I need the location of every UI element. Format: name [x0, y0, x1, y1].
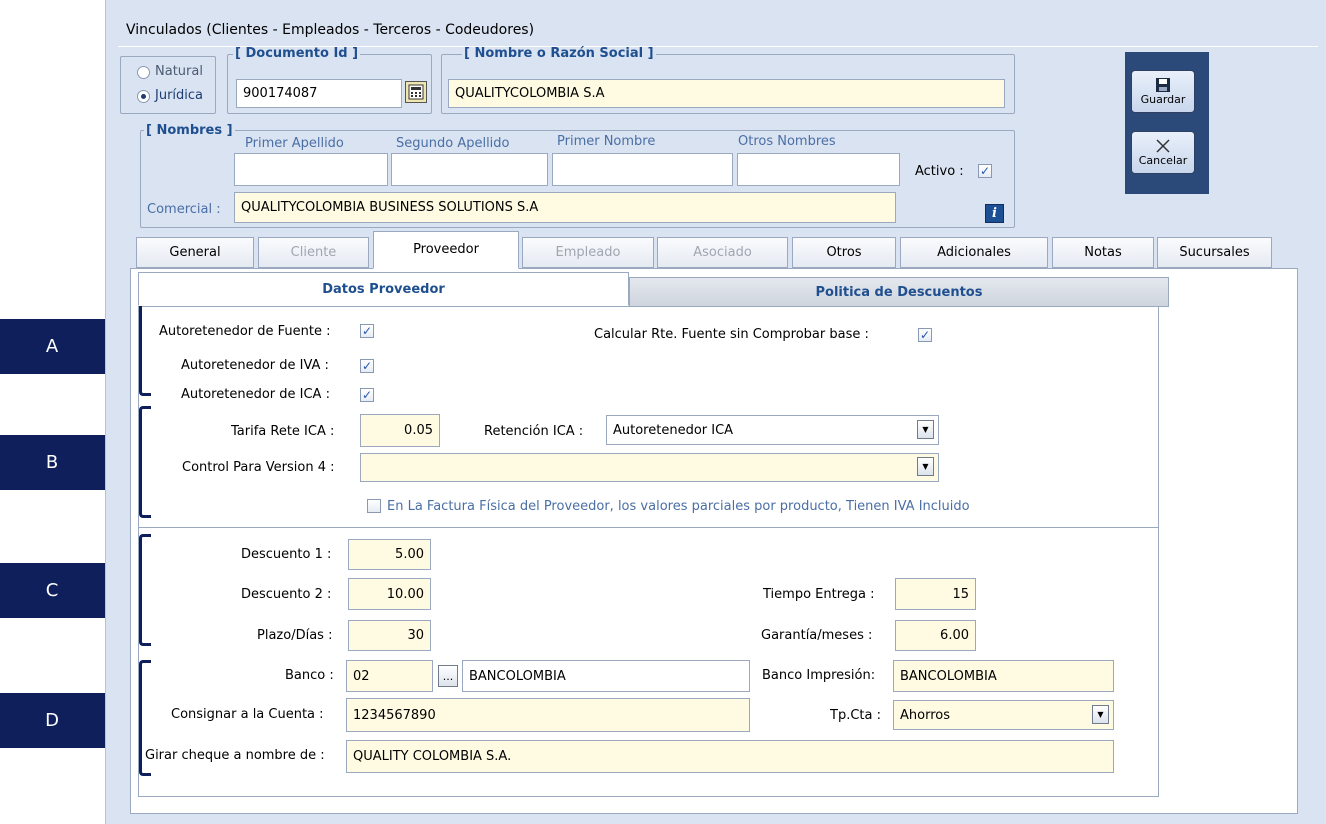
callout-a-label: A	[45, 336, 59, 357]
control-version-label: Control Para Version 4 :	[182, 460, 335, 475]
nombre-input[interactable]: QUALITYCOLOMBIA S.A	[448, 79, 1005, 108]
documento-legend: [ Documento Id ]	[233, 46, 361, 61]
activo-checkbox[interactable]: ✓	[978, 164, 992, 178]
segundo-apellido-label: Segundo Apellido	[396, 136, 510, 151]
info-icon[interactable]: i	[985, 204, 1004, 223]
section-divider	[139, 527, 1159, 528]
comercial-input[interactable]: QUALITYCOLOMBIA BUSINESS SOLUTIONS S.A	[234, 192, 896, 223]
banco-impresion-label: Banco Impresión:	[762, 668, 876, 683]
autoretenedor-ica-checkbox[interactable]: ✓	[360, 388, 374, 402]
tiempo-entrega-label: Tiempo Entrega :	[763, 587, 875, 602]
descuento-2-input[interactable]: 10.00	[348, 578, 431, 610]
subtab-politica-descuentos[interactable]: Politica de Descuentos	[629, 277, 1169, 307]
calcular-rte-checkbox[interactable]: ✓	[918, 328, 932, 342]
consignar-cuenta-label: Consignar a la Cuenta :	[171, 707, 324, 722]
tab-asociado[interactable]: Asociado	[657, 237, 788, 268]
cancel-x-icon	[1156, 139, 1170, 153]
descuento-1-input[interactable]: 5.00	[348, 539, 431, 570]
retencion-ica-select[interactable]: Autoretenedor ICA	[606, 415, 939, 445]
girar-cheque-label: Girar cheque a nombre de :	[145, 748, 325, 763]
banco-browse-button[interactable]: ...	[438, 665, 458, 687]
primer-nombre-input[interactable]	[552, 153, 733, 186]
autoretenedor-fuente-label: Autoretenedor de Fuente :	[159, 324, 331, 339]
primer-nombre-label: Primer Nombre	[557, 134, 656, 149]
autoretenedor-iva-checkbox[interactable]: ✓	[360, 359, 374, 373]
cancelar-button[interactable]: Cancelar	[1131, 131, 1195, 174]
autoretenedor-iva-label: Autoretenedor de IVA :	[181, 358, 329, 373]
activo-label: Activo :	[915, 164, 964, 179]
juridica-radio[interactable]	[137, 90, 150, 103]
natural-label: Natural	[155, 64, 203, 79]
tp-cta-dropdown-button[interactable]: ▼	[1092, 705, 1109, 724]
autoretenedor-fuente-checkbox[interactable]: ✓	[360, 324, 374, 338]
guardar-label: Guardar	[1140, 93, 1186, 106]
banco-label: Banco :	[285, 668, 334, 683]
consignar-cuenta-input[interactable]: 1234567890	[346, 698, 750, 732]
tab-adicionales[interactable]: Adicionales	[900, 237, 1048, 268]
banco-code-input[interactable]: 02	[346, 660, 433, 692]
otros-nombres-input[interactable]	[737, 153, 900, 186]
tp-cta-select[interactable]: Ahorros	[893, 700, 1114, 730]
tab-general[interactable]: General	[136, 237, 254, 268]
iva-incluido-label: En La Factura Física del Proveedor, los …	[387, 499, 970, 514]
documento-input[interactable]: 900174087	[236, 79, 402, 108]
natural-radio[interactable]	[137, 66, 150, 79]
girar-cheque-input[interactable]: QUALITY COLOMBIA S.A.	[346, 740, 1114, 773]
autoretenedor-ica-label: Autoretenedor de ICA :	[181, 387, 330, 402]
descuento-2-label: Descuento 2 :	[241, 587, 332, 602]
tarifa-rete-ica-label: Tarifa Rete ICA :	[231, 424, 335, 439]
juridica-label: Jurídica	[155, 88, 204, 103]
subtab-datos-proveedor[interactable]: Datos Proveedor	[138, 272, 629, 306]
primer-apellido-input[interactable]	[234, 153, 388, 186]
banco-impresion-input[interactable]: BANCOLOMBIA	[893, 660, 1114, 692]
callout-d-label: D	[45, 710, 59, 731]
callout-b-label: B	[45, 452, 59, 473]
garantia-meses-label: Garantía/meses :	[761, 628, 873, 643]
retencion-ica-dropdown-button[interactable]: ▼	[917, 420, 934, 439]
tab-cliente[interactable]: Cliente	[258, 237, 369, 268]
plazo-dias-input[interactable]: 30	[348, 620, 431, 651]
primer-apellido-label: Primer Apellido	[245, 136, 344, 151]
control-version-dropdown-button[interactable]: ▼	[917, 457, 934, 476]
tp-cta-label: Tp.Cta :	[830, 708, 881, 723]
bracket-b	[139, 406, 151, 518]
control-version-select[interactable]	[360, 453, 939, 482]
otros-nombres-label: Otros Nombres	[738, 134, 836, 149]
bracket-c	[139, 534, 151, 646]
guardar-button[interactable]: Guardar	[1131, 70, 1195, 113]
floppy-disk-icon	[1156, 78, 1170, 92]
iva-incluido-checkbox[interactable]: ✓	[367, 499, 381, 513]
segundo-apellido-input[interactable]	[391, 153, 548, 186]
retencion-ica-label: Retención ICA :	[484, 424, 584, 439]
nombre-legend: [ Nombre o Razón Social ]	[462, 46, 656, 61]
callout-c-label: C	[45, 580, 59, 601]
tab-sucursales[interactable]: Sucursales	[1157, 237, 1272, 268]
tiempo-entrega-input[interactable]: 15	[895, 578, 976, 610]
tab-proveedor[interactable]: Proveedor	[373, 231, 519, 269]
banco-name-input[interactable]: BANCOLOMBIA	[462, 660, 750, 692]
calcular-rte-label: Calcular Rte. Fuente sin Comprobar base …	[594, 327, 869, 342]
descuento-1-label: Descuento 1 :	[241, 547, 332, 562]
cancelar-label: Cancelar	[1138, 154, 1188, 167]
nombres-legend: [ Nombres ]	[144, 123, 235, 138]
calculator-icon[interactable]	[405, 81, 427, 103]
plazo-dias-label: Plazo/Días :	[257, 628, 333, 643]
comercial-label: Comercial :	[147, 202, 221, 217]
tab-empleado[interactable]: Empleado	[522, 237, 654, 268]
garantia-meses-input[interactable]: 6.00	[895, 620, 976, 651]
bracket-a	[139, 296, 151, 396]
tab-notas[interactable]: Notas	[1052, 237, 1154, 268]
tab-otros[interactable]: Otros	[792, 237, 896, 268]
tarifa-rete-ica-input[interactable]: 0.05	[360, 414, 440, 447]
window-title: Vinculados (Clientes - Empleados - Terce…	[126, 22, 535, 38]
